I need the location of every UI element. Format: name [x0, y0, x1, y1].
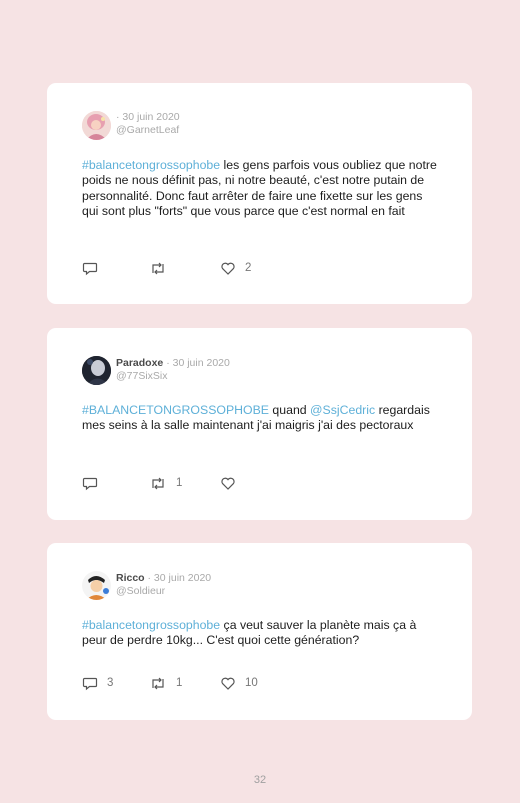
mention-link[interactable]: @SsjCedric: [310, 403, 375, 417]
like-button[interactable]: 10: [220, 675, 258, 691]
avatar-image: [82, 356, 111, 385]
tweet-meta: Ricco · 30 juin 2020: [116, 572, 211, 585]
page-number: 32: [253, 774, 267, 786]
reply-count: 3: [107, 677, 114, 689]
avatar[interactable]: [82, 111, 111, 140]
retweet-icon: [152, 677, 164, 689]
avatar[interactable]: [82, 571, 111, 600]
tweet-card-3: Ricco · 30 juin 2020 @Soldieur #balancet…: [47, 543, 472, 720]
reply-button[interactable]: [82, 260, 107, 276]
reply-icon: [82, 262, 98, 275]
retweet-count: 1: [176, 677, 183, 689]
hashtag-link[interactable]: #balancetongrossophobe: [82, 158, 220, 172]
retweet-button[interactable]: 1: [149, 675, 182, 691]
avatar-image: [82, 111, 111, 140]
retweet-button[interactable]: [149, 260, 176, 276]
tweet-body-part-1: quand: [269, 403, 311, 417]
tweet-text: #balancetongrossophobe ça veut sauver la…: [82, 618, 442, 649]
author-handle[interactable]: @GarnetLeaf: [116, 124, 179, 136]
tweet-actions: 3 1 10: [82, 675, 282, 691]
tweet-meta: Paradoxe · 30 juin 2020: [116, 357, 230, 370]
tweet-date: · 30 juin 2020: [166, 357, 230, 369]
hashtag-link[interactable]: #balancetongrossophobe: [82, 618, 220, 632]
author-handle[interactable]: @77SixSix: [116, 370, 168, 382]
tweet-card-1: · 30 juin 2020 @GarnetLeaf #balancetongr…: [47, 83, 472, 304]
like-button[interactable]: [220, 475, 245, 491]
tweet-actions: 2: [82, 260, 282, 276]
author-name: Paradoxe: [116, 357, 164, 369]
heart-icon: [221, 262, 235, 275]
tweet-card-2: Paradoxe · 30 juin 2020 @77SixSix #BALAN…: [47, 328, 472, 520]
retweet-button[interactable]: 1: [149, 475, 182, 491]
like-button[interactable]: 2: [220, 260, 251, 276]
tweet-date: · 30 juin 2020: [147, 572, 212, 584]
tweet-text: #BALANCETONGROSSOPHOBE quand @SsjCedric …: [82, 403, 442, 434]
avatar[interactable]: [82, 356, 111, 385]
reply-button[interactable]: 3: [82, 675, 113, 691]
tweet-meta: · 30 juin 2020: [116, 111, 180, 124]
retweet-icon: [152, 477, 164, 489]
like-count: 2: [245, 262, 252, 274]
author-name: Ricco: [116, 572, 145, 584]
reply-icon: [82, 677, 98, 690]
heart-icon: [221, 477, 235, 490]
heart-icon: [221, 677, 235, 690]
reply-button[interactable]: [82, 475, 107, 491]
reply-icon: [82, 477, 98, 490]
hashtag-link[interactable]: #BALANCETONGROSSOPHOBE: [82, 403, 269, 417]
like-count: 10: [245, 677, 258, 689]
retweet-count: 1: [176, 477, 183, 489]
tweet-text: #balancetongrossophobe les gens parfois …: [82, 158, 442, 219]
author-handle[interactable]: @Soldieur: [116, 585, 165, 597]
avatar-image: [82, 571, 111, 600]
retweet-icon: [152, 262, 164, 274]
tweet-actions: 1: [82, 475, 282, 491]
tweet-date: · 30 juin 2020: [116, 111, 180, 123]
